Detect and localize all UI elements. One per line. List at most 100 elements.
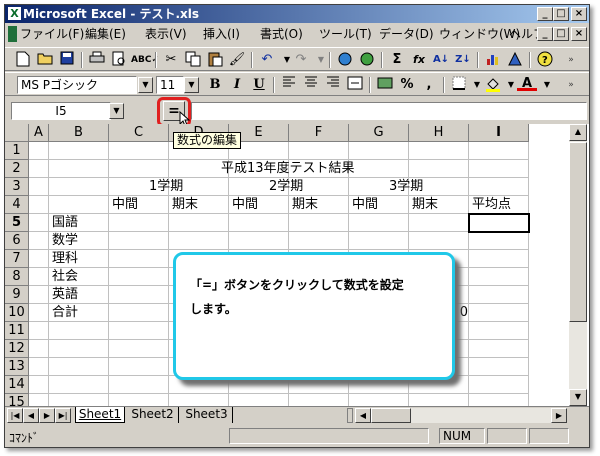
tab-split-handle[interactable] [347,408,353,423]
row-header-10[interactable]: 10 [5,304,29,322]
cell-h15[interactable] [409,394,469,406]
cell-a15[interactable] [29,394,49,406]
cell-a14[interactable] [29,376,49,394]
cell-a2[interactable] [29,160,49,178]
chart-wizard-icon[interactable] [483,51,503,69]
cell-h1[interactable] [409,142,469,160]
name-box-dropdown-icon[interactable]: ▼ [109,103,124,119]
menu-edit[interactable]: 編集(E) [85,26,126,42]
function-icon[interactable]: fx [409,51,429,69]
cell-a7[interactable] [29,250,49,268]
cell-c14[interactable] [109,376,169,394]
column-header-i[interactable]: I [469,124,529,142]
cell-a9[interactable] [29,286,49,304]
font-size-dropdown-icon[interactable]: ▼ [184,77,199,93]
percent-button[interactable]: % [397,76,417,94]
cell-a6[interactable] [29,232,49,250]
column-header-a[interactable]: A [29,124,49,142]
cell-c5[interactable] [109,214,169,232]
cell-a8[interactable] [29,268,49,286]
sheet-tab-sheet1[interactable]: Sheet1 [75,407,125,423]
row-header-12[interactable]: 12 [5,340,29,358]
vertical-scroll-thumb[interactable] [569,142,587,322]
sort-descending-icon[interactable]: Z↓ [453,51,473,69]
row-header-7[interactable]: 7 [5,250,29,268]
vertical-scrollbar[interactable]: ▲ ▼ [569,124,587,406]
redo-dropdown-icon[interactable]: ▼ [311,51,331,69]
sheet-tab-sheet3[interactable]: Sheet3 [181,407,233,423]
drawing-icon[interactable] [505,51,525,69]
cell-h2[interactable] [409,160,469,178]
print-preview-icon[interactable] [109,51,129,69]
cell-c2[interactable] [109,160,169,178]
doc-restore-button[interactable]: □ [553,27,569,41]
cell-b15[interactable] [49,394,109,406]
fill-color-icon[interactable] [483,76,503,94]
cell-i10[interactable] [469,304,529,322]
cell-b14[interactable] [49,376,109,394]
cell-a1[interactable] [29,142,49,160]
cell-b1[interactable] [49,142,109,160]
new-document-icon[interactable] [13,51,33,69]
cell-g5[interactable] [349,214,409,232]
doc-close-button[interactable]: × [571,27,587,41]
font-size-box[interactable]: 11 [156,76,184,94]
comma-button[interactable]: , [419,76,439,94]
column-header-b[interactable]: B [49,124,109,142]
toolbar-options-icon[interactable]: » [561,76,581,94]
row-header-9[interactable]: 9 [5,286,29,304]
menu-data[interactable]: データ(D) [379,26,434,42]
cell-f5[interactable] [289,214,349,232]
cell-c6[interactable] [109,232,169,250]
prev-sheet-icon[interactable]: ◀ [23,408,39,423]
minimize-button[interactable]: _ [537,7,553,21]
cell-d6[interactable] [169,232,229,250]
font-name-box[interactable]: MS Pゴシック [17,76,137,94]
menu-tools[interactable]: ツール(T) [319,26,372,42]
last-sheet-icon[interactable]: ▶| [55,408,71,423]
select-all-corner[interactable] [5,124,29,142]
horizontal-scrollbar[interactable] [371,408,551,423]
row-header-6[interactable]: 6 [5,232,29,250]
column-header-c[interactable]: C [109,124,169,142]
redo-icon[interactable]: ↷ [291,51,311,69]
cell-d2[interactable] [169,160,229,178]
scroll-up-icon[interactable]: ▲ [569,124,587,141]
cell-f6[interactable] [289,232,349,250]
formula-input[interactable] [191,102,587,120]
cell-i12[interactable] [469,340,529,358]
menu-insert[interactable]: 挿入(I) [203,26,240,42]
align-right-icon[interactable] [323,76,343,94]
cell-i11[interactable] [469,322,529,340]
font-color-dropdown-icon[interactable]: ▼ [537,76,557,94]
cell-a11[interactable] [29,322,49,340]
cell-h5[interactable] [409,214,469,232]
save-icon[interactable] [57,51,77,69]
currency-icon[interactable] [375,76,395,94]
cell-c9[interactable] [109,286,169,304]
font-color-icon[interactable]: A [517,76,537,91]
underline-button[interactable]: U [249,76,269,94]
cell-b13[interactable] [49,358,109,376]
cell-c7[interactable] [109,250,169,268]
cell-c10[interactable] [109,304,169,322]
first-sheet-icon[interactable]: |◀ [7,408,23,423]
cell-i14[interactable] [469,376,529,394]
cell-b4[interactable] [49,196,109,214]
cell-g6[interactable] [349,232,409,250]
menu-file[interactable]: ファイル(F) [20,26,84,42]
row-header-1[interactable]: 1 [5,142,29,160]
toolbar-options-icon[interactable]: » [561,51,581,69]
cell-e5[interactable] [229,214,289,232]
cell-b3[interactable] [49,178,109,196]
cell-i8[interactable] [469,268,529,286]
help-icon[interactable]: ? [535,51,555,69]
cut-icon[interactable]: ✂ [161,51,181,69]
cell-i3[interactable] [469,178,529,196]
cell-c15[interactable] [109,394,169,406]
cell-f1[interactable] [289,142,349,160]
cell-h6[interactable] [409,232,469,250]
cell-d5[interactable] [169,214,229,232]
doc-minimize-button[interactable]: _ [537,27,553,41]
cell-c11[interactable] [109,322,169,340]
